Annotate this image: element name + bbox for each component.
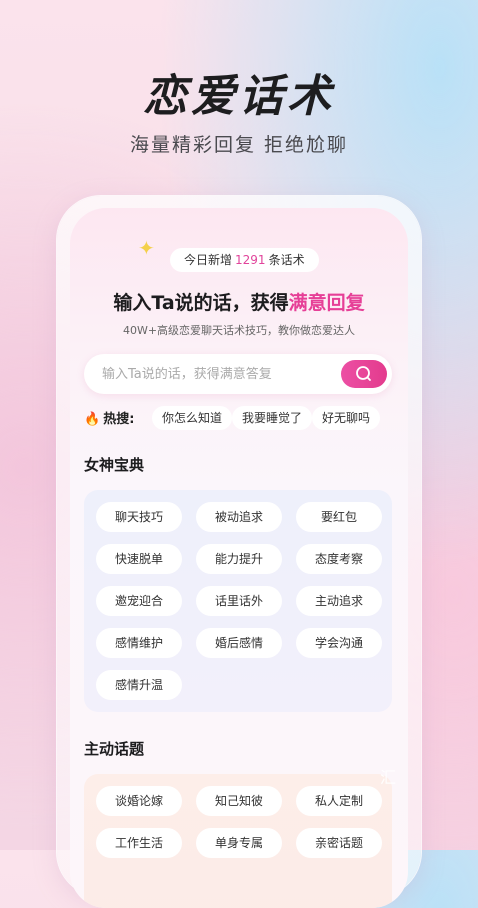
goddess-item[interactable]: 婚后感情 xyxy=(196,628,282,658)
goddess-item[interactable]: 能力提升 xyxy=(196,544,282,574)
goddess-item[interactable]: 感情升温 xyxy=(96,670,182,700)
fire-icon: 🔥 xyxy=(84,412,101,427)
hot-search-label: 🔥 热搜: xyxy=(84,408,134,432)
topic-item[interactable]: 单身专属 xyxy=(196,828,282,858)
goddess-item[interactable]: 话里话外 xyxy=(196,586,282,616)
goddess-panel: 聊天技巧 被动追求 要红包 快速脱单 能力提升 态度考察 邀宠迎合 话里话外 主… xyxy=(84,490,392,712)
goddess-item[interactable]: 要红包 xyxy=(296,502,382,532)
topics-panel: 谈婚论嫁 知己知彼 私人定制 工作生活 单身专属 亲密话题 xyxy=(84,774,392,908)
goddess-item[interactable]: 态度考察 xyxy=(296,544,382,574)
daily-new-badge: 今日新增 1291 条话术 xyxy=(170,248,319,272)
goddess-item[interactable]: 主动追求 xyxy=(296,586,382,616)
topic-item[interactable]: 知己知彼 xyxy=(196,786,282,816)
section-title-topics: 主动话题 xyxy=(84,740,145,758)
goddess-item[interactable]: 被动追求 xyxy=(196,502,282,532)
search-input[interactable] xyxy=(100,354,334,396)
hero-subtitle: 海量精彩回复 拒绝尬聊 xyxy=(129,134,349,156)
headline: 输入Ta说的话，获得满意回复 xyxy=(70,288,408,315)
search-icon xyxy=(356,366,371,381)
hero-title: 恋爱话术 xyxy=(143,71,335,122)
hot-search-label-text: 热搜: xyxy=(103,412,135,427)
headline-description: 40W+高级恋爱聊天话术技巧，教你做恋爱达人 xyxy=(122,324,356,337)
watermark: 汇 xyxy=(380,768,397,787)
badge-prefix: 今日新增 xyxy=(184,253,233,267)
badge-suffix: 条话术 xyxy=(268,253,305,267)
topic-item[interactable]: 亲密话题 xyxy=(296,828,382,858)
hot-search-chip[interactable]: 你怎么知道 xyxy=(152,406,233,430)
sparkle-icon: ✦ xyxy=(138,236,155,260)
hot-search-chip[interactable]: 好无聊吗 xyxy=(312,406,381,430)
badge-count: 1291 xyxy=(235,253,266,267)
section-title-goddess: 女神宝典 xyxy=(84,456,145,474)
search-bar xyxy=(84,354,392,396)
goddess-item[interactable]: 快速脱单 xyxy=(96,544,182,574)
hot-search-chip[interactable]: 我要睡觉了 xyxy=(232,406,313,430)
app-screen: ✦ 今日新增 1291 条话术 输入Ta说的话，获得满意回复 40W+高级恋爱聊天话… xyxy=(70,208,408,908)
headline-highlight: 满意回复 xyxy=(288,292,365,314)
goddess-item[interactable]: 邀宠迎合 xyxy=(96,586,182,616)
goddess-item[interactable]: 聊天技巧 xyxy=(96,502,182,532)
topic-item[interactable]: 私人定制 xyxy=(296,786,382,816)
topic-item[interactable]: 工作生活 xyxy=(96,828,182,858)
topic-item[interactable]: 谈婚论嫁 xyxy=(96,786,182,816)
goddess-item[interactable]: 感情维护 xyxy=(96,628,182,658)
goddess-item[interactable]: 学会沟通 xyxy=(296,628,382,658)
search-button[interactable] xyxy=(341,360,387,388)
headline-part1: 输入Ta说的话，获得 xyxy=(113,292,289,314)
